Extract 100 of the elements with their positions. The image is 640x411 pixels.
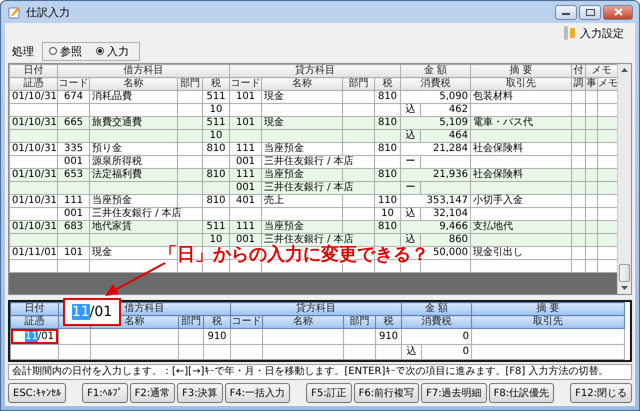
table-cell: 現金 <box>262 90 342 104</box>
table-cell: 860 <box>420 234 470 246</box>
function-key-button[interactable]: F12:閉じる <box>570 383 632 403</box>
table-cell: 464 <box>420 130 470 142</box>
table-cell: 01/10/31 <box>10 90 58 104</box>
scroll-down-icon[interactable] <box>621 286 628 290</box>
column-header: 名称 <box>262 78 342 90</box>
tools-icon <box>563 26 577 40</box>
table-cell: 9,466 <box>400 220 470 234</box>
maximize-icon <box>586 8 594 16</box>
table-cell: 現金 <box>262 116 342 130</box>
function-key-button[interactable]: F3:決算 <box>177 383 223 403</box>
scroll-up-icon[interactable] <box>621 68 628 72</box>
table-cell: 消耗品費 <box>90 90 178 104</box>
table-cell: 401 <box>230 194 262 208</box>
table-cell: 法定福利費 <box>90 168 178 182</box>
status-message: 会計期間内の日付を入力します。：[←][→]ｷｰで年・月・日を移動します。[ENTER]ｷｰで次の項目に進みます。[F8] 入力方法の切替。 <box>8 364 632 380</box>
table-cell: 810 <box>374 142 400 156</box>
table-cell: 353,147 <box>400 194 470 208</box>
column-header: 貸方科目 <box>230 64 400 78</box>
table-cell: 101 <box>230 90 262 104</box>
table-cell: 101 <box>58 246 90 260</box>
table-cell: 三井住友銀行 / 本店 <box>262 182 374 194</box>
table-cell: 110 <box>374 194 400 208</box>
table-cell: 21,936 <box>400 168 470 182</box>
annotation-text: 「日」からの入力に変更できる？ <box>159 245 429 265</box>
function-key-button[interactable]: F2:通常 <box>130 383 176 403</box>
table-cell: 小切手入金 <box>470 194 572 208</box>
table-cell: 当座預金 <box>262 142 342 156</box>
table-cell: 売上 <box>262 194 342 208</box>
input-settings-button[interactable]: 入力設定 <box>563 25 624 41</box>
column-header: 名称 <box>90 78 178 90</box>
annotation-arrow <box>105 262 166 296</box>
table-cell: 01/10/31 <box>10 194 58 208</box>
table-cell: 674 <box>58 90 90 104</box>
table-cell: 0 <box>422 344 472 360</box>
column-header: 部門 <box>344 316 376 328</box>
table-cell: 現金引出し <box>470 246 572 260</box>
table-cell: 0 <box>402 328 472 344</box>
table-cell: 5,109 <box>400 116 470 130</box>
mode-label: 処理 <box>12 44 34 58</box>
table-cell: 包装材料 <box>470 90 572 104</box>
table-cell: 01/10/31 <box>10 220 58 234</box>
radio-option[interactable]: 入力 <box>96 44 129 58</box>
table-cell: 社会保険料 <box>470 168 572 182</box>
table-cell: 預り金 <box>90 142 178 156</box>
function-key-button[interactable]: F5:訂正 <box>306 383 352 403</box>
minimize-button[interactable] <box>555 4 577 20</box>
table-cell: 01/10/31 <box>10 116 58 130</box>
table-cell: 810 <box>374 90 400 104</box>
scroll-thumb[interactable] <box>619 264 630 282</box>
column-header: 付 <box>572 64 586 78</box>
table-cell: 910 <box>376 328 402 344</box>
close-icon <box>614 8 622 16</box>
table-cell: 込 <box>402 344 422 360</box>
table-cell: 111 <box>230 142 262 156</box>
window-title: 仕訳入力 <box>26 4 70 20</box>
table-cell: 社会保険料 <box>470 142 572 156</box>
table-cell: 5,090 <box>400 90 470 104</box>
table-cell: 旅費交通費 <box>90 116 178 130</box>
table-cell: 支払地代 <box>470 220 572 234</box>
table-cell: 01/11/01 <box>10 246 58 260</box>
column-header: 金 額 <box>400 64 470 78</box>
table-cell: 当座預金 <box>262 220 342 234</box>
function-key-button[interactable]: F1:ﾍﾙﾌﾟ <box>82 383 128 403</box>
date-input[interactable]: 11/01 <box>11 329 58 344</box>
column-header: 名称 <box>262 316 344 328</box>
column-header: 摘 要 <box>472 302 624 316</box>
table-cell: 当座預金 <box>262 168 342 182</box>
scrollbar[interactable] <box>617 64 631 294</box>
table-cell: 810 <box>202 194 230 208</box>
column-header: 借方科目 <box>58 64 230 78</box>
column-header: 貸方科目 <box>230 302 402 316</box>
table-cell: 電車・バス代 <box>470 116 572 130</box>
table-cell: 01/10/31 <box>10 168 58 182</box>
function-key-button[interactable]: F8:仕訳優先 <box>488 383 554 403</box>
table-cell: 511 <box>202 90 230 104</box>
column-header: 部門 <box>342 78 374 90</box>
table-cell: 335 <box>58 142 90 156</box>
close-button[interactable] <box>603 4 633 20</box>
column-header: 金 額 <box>402 302 472 316</box>
function-key-button[interactable]: ESC:ｷｬﾝｾﾙ <box>8 383 66 403</box>
function-key-button[interactable]: F7:過去明細 <box>421 383 487 403</box>
column-header: 日付 <box>10 64 58 78</box>
column-header: メモ <box>586 64 618 78</box>
table-cell: 21,284 <box>400 142 470 156</box>
column-header: 消費税 <box>400 78 470 90</box>
radio-option[interactable]: 参照 <box>49 44 82 58</box>
app-icon <box>7 5 21 19</box>
function-key-button[interactable]: F4:一括入力 <box>224 383 290 403</box>
column-header: 取引先 <box>470 78 572 90</box>
function-key-button[interactable]: F6:前行複写 <box>354 383 420 403</box>
column-header: 証憑 <box>10 78 58 90</box>
table-cell: 地代家賃 <box>90 220 178 234</box>
table-cell: 111 <box>58 194 90 208</box>
table-cell: 810 <box>202 142 230 156</box>
column-header: 摘 要 <box>470 64 572 78</box>
table-cell: 01/10/31 <box>10 142 58 156</box>
maximize-button[interactable] <box>579 4 601 20</box>
column-header: 証憑 <box>10 316 58 328</box>
